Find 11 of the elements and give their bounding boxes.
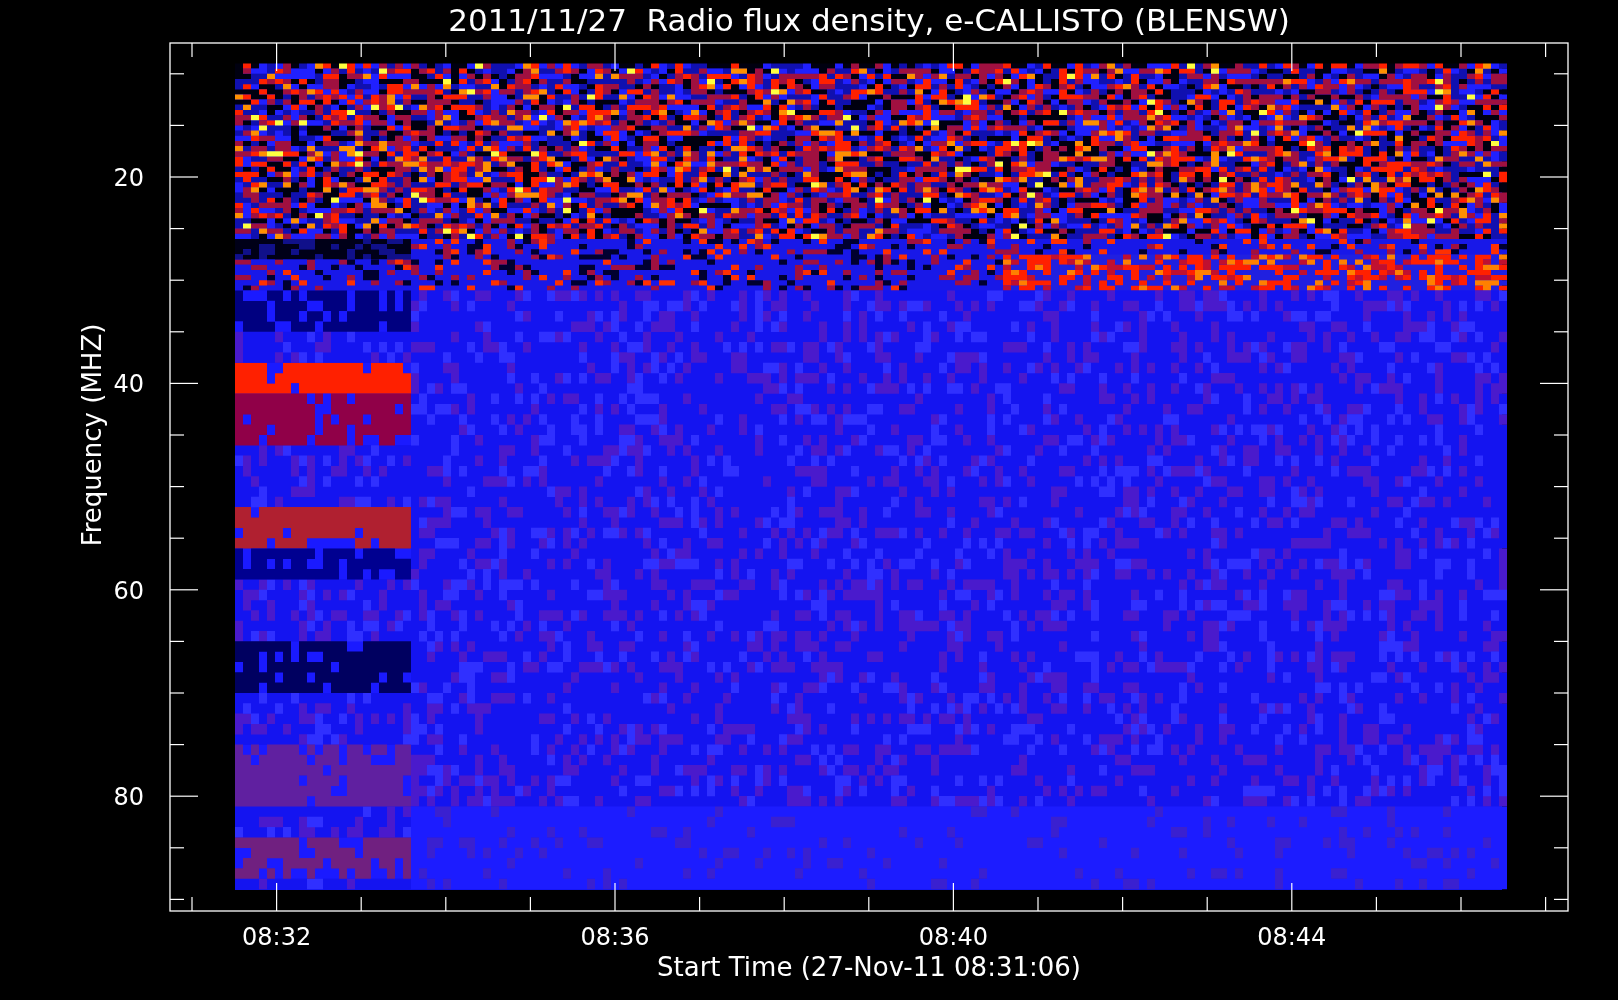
tick-label: 08:32 [242, 923, 312, 951]
tick-label: 08:40 [918, 923, 988, 951]
tick-label: 20 [113, 164, 144, 192]
tick-label: 60 [113, 576, 144, 605]
y-axis-label: Frequency (MHZ) [77, 323, 107, 547]
x-axis-label: Start Time (27-Nov-11 08:31:06) [657, 952, 1081, 982]
tick-label: 08:36 [580, 923, 650, 951]
tick-label: 40 [113, 370, 144, 399]
tick-label: 80 [113, 783, 144, 812]
chart-title: 2011/11/27 Radio flux density, e-CALLISTO (BLENSW) [448, 2, 1290, 38]
tick-label: 08:44 [1257, 923, 1327, 951]
